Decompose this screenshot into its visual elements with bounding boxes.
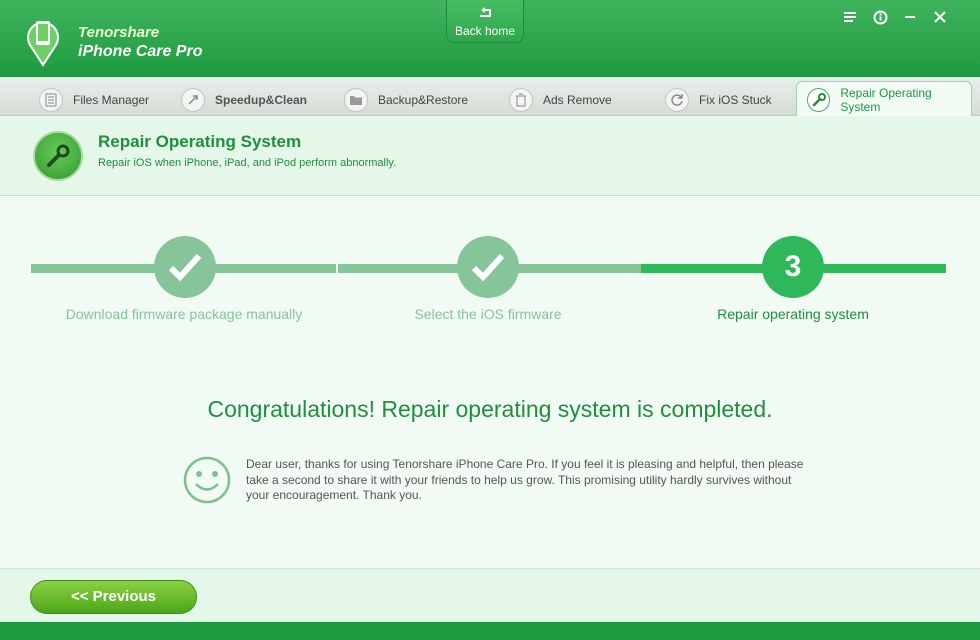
folder-icon [344, 87, 368, 112]
wrench-icon [807, 87, 831, 112]
info-icon[interactable] [872, 9, 888, 25]
step-3-label: Repair operating system [717, 306, 869, 322]
step-2-label: Select the iOS firmware [414, 306, 562, 322]
previous-button[interactable]: << Previous [30, 580, 197, 614]
step-1-check-icon [154, 236, 216, 298]
brand-company: Tenorshare [78, 24, 160, 41]
wrench-icon [33, 131, 83, 181]
close-icon[interactable] [932, 9, 948, 25]
brand-product: iPhone Care Pro [78, 43, 203, 60]
thank-you-message: Dear user, thanks for using Tenorshare i… [246, 457, 804, 502]
step-2-check-icon [457, 236, 519, 298]
trash-icon [509, 87, 533, 112]
back-home-label: Back home [454, 24, 516, 38]
step-1-label: Download firmware package manually [65, 306, 303, 322]
tab-label: Speedup&Clean [215, 92, 308, 107]
tab-backup-restore[interactable]: Backup&Restore [344, 83, 468, 116]
tab-label: Fix iOS Stuck [699, 92, 772, 107]
back-home-button[interactable]: Back home [446, 0, 524, 43]
tab-bar: Files Manager Speedup&Clean Backup&Resto… [0, 77, 980, 117]
section-header [0, 116, 980, 196]
tab-repair-operating-system[interactable]: Repair Operating System [796, 81, 972, 117]
smiley-icon [183, 456, 231, 504]
back-arrow-icon [480, 7, 491, 17]
window-controls [842, 9, 948, 25]
section-subtitle: Repair iOS when iPhone, iPad, and iPod p… [98, 157, 397, 169]
tab-ads-remove[interactable]: Ads Remove [509, 83, 612, 116]
document-icon [39, 87, 63, 112]
tab-speedup-clean[interactable]: Speedup&Clean [181, 83, 307, 116]
tab-files-manager[interactable]: Files Manager [39, 83, 149, 116]
app-brand: Tenorshare iPhone Care Pro [78, 24, 202, 63]
refresh-icon [665, 87, 689, 112]
tab-label: Ads Remove [543, 92, 612, 107]
app-logo-icon [27, 21, 59, 67]
tab-fix-ios-stuck[interactable]: Fix iOS Stuck [665, 83, 772, 116]
completion-headline: Congratulations! Repair operating system… [207, 396, 773, 422]
minimize-icon[interactable] [902, 9, 918, 25]
section-title: Repair Operating System [98, 132, 302, 151]
rocket-icon [181, 87, 205, 112]
tab-label: Repair Operating System [840, 85, 932, 114]
step-3-number: 3 [762, 236, 824, 298]
menu-icon[interactable] [842, 9, 858, 25]
title-bar: Tenorshare iPhone Care Pro Back home [0, 0, 980, 77]
tab-label: Backup&Restore [378, 92, 469, 107]
tab-label: Files Manager [73, 92, 150, 107]
bottom-bar [0, 622, 980, 640]
